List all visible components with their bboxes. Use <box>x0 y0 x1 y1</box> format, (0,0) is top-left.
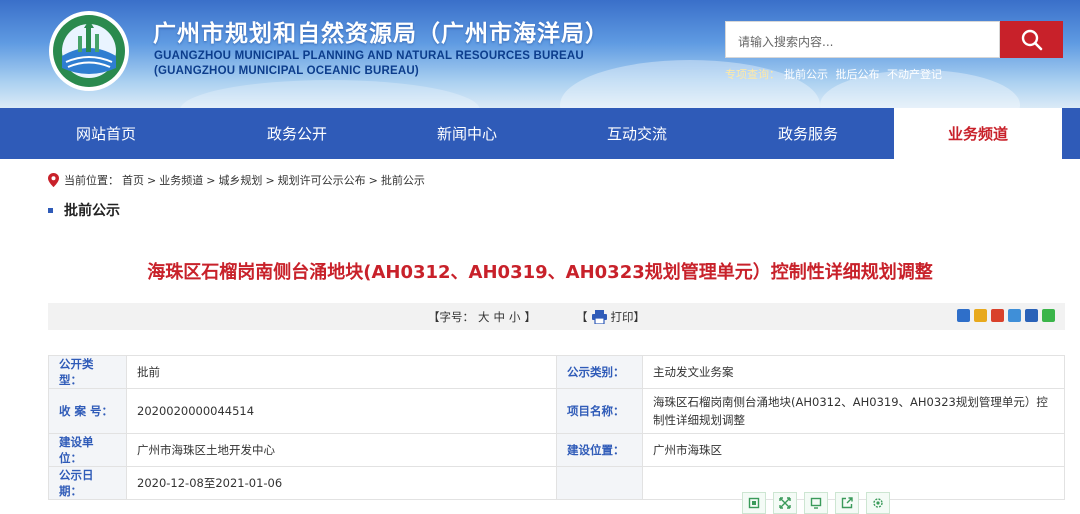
section-marker <box>48 207 53 213</box>
search-input[interactable]: 请输入搜索内容... <box>725 21 1000 58</box>
share-plus-icon[interactable] <box>957 309 970 322</box>
case-number-value: 2020020000044514 <box>126 388 557 434</box>
publicity-type-value: 批前 <box>126 355 557 389</box>
font-size-control: 【字号： 大中小】 <box>426 309 538 325</box>
breadcrumb-item-permit-notices[interactable]: 规划许可公示公布 <box>278 172 366 188</box>
expand-icon[interactable] <box>773 492 797 514</box>
fullscreen-icon[interactable] <box>742 492 766 514</box>
breadcrumb-separator: > <box>368 173 378 187</box>
settings-icon[interactable] <box>866 492 890 514</box>
quick-link-pre-approval[interactable]: 批前公示 <box>784 68 828 81</box>
font-size-large[interactable]: 大 <box>478 310 490 324</box>
nav-item-interaction[interactable]: 互动交流 <box>552 108 722 159</box>
screen-reader-icon[interactable] <box>804 492 828 514</box>
print-bracket-open: 【 <box>576 310 588 324</box>
notice-date-label: 公示日期： <box>48 466 127 500</box>
notice-date-value: 2020-12-08至2021-01-06 <box>126 466 557 500</box>
breadcrumb-separator: > <box>265 173 275 187</box>
breadcrumb-item-pre-approval[interactable]: 批前公示 <box>381 172 425 188</box>
notice-info-table: 公开类型： 批前 公示类别： 主动发文业务案 收 案 号： 2020020000… <box>48 355 1065 500</box>
nav-item-home[interactable]: 网站首页 <box>0 108 212 159</box>
section-title-text: 批前公示 <box>64 203 120 219</box>
accessibility-tools <box>742 492 897 514</box>
case-number-label: 收 案 号： <box>48 388 127 434</box>
print-button[interactable]: 【 打印 】 <box>576 309 645 325</box>
publicity-type-label: 公开类型： <box>48 355 127 389</box>
location-pin-icon <box>48 173 59 187</box>
font-size-small[interactable]: 小 <box>509 310 521 324</box>
nav-item-government-affairs[interactable]: 政务公开 <box>212 108 382 159</box>
nav-item-business[interactable]: 业务频道 <box>894 108 1062 159</box>
site-subtitle-en: (GUANGZHOU MUNICIPAL OCEANIC BUREAU) <box>154 65 419 77</box>
table-row: 公开类型： 批前 公示类别： 主动发文业务案 <box>48 355 1065 389</box>
share-icons <box>953 309 1055 322</box>
font-size-label: 【字号： <box>428 310 474 324</box>
share-qzone-icon[interactable] <box>974 309 987 322</box>
print-label: 打印 <box>610 310 634 324</box>
notice-category-label: 公示类别： <box>556 355 643 389</box>
main-nav: 网站首页 政务公开 新闻中心 互动交流 政务服务 业务频道 <box>0 108 1080 159</box>
project-name-value: 海珠区石榴岗南侧台涌地块(AH0312、AH0319、AH0323规划管理单元）… <box>642 388 1065 434</box>
share-tencent-icon[interactable] <box>1008 309 1021 322</box>
quick-link-post-approval[interactable]: 批后公布 <box>836 68 880 81</box>
location-label: 建设位置： <box>556 433 643 467</box>
search-icon <box>1021 29 1042 50</box>
developer-value: 广州市海珠区土地开发中心 <box>126 433 557 467</box>
developer-label: 建设单位： <box>48 433 127 467</box>
article-toolbar: 【字号：大中小】 【 打印 】 <box>48 303 1065 330</box>
quick-link-real-estate[interactable]: 不动产登记 <box>887 68 942 81</box>
site-header: 广州市规划和自然资源局（广州市海洋局） GUANGZHOU MUNICIPAL … <box>0 0 1080 108</box>
project-name-label: 项目名称： <box>556 388 643 434</box>
empty-cell <box>556 466 643 500</box>
breadcrumb-item-urban-planning[interactable]: 城乡规划 <box>218 172 262 188</box>
page-title: 海珠区石榴岗南侧台涌地块(AH0312、AH0319、AH0323规划管理单元）… <box>147 262 933 283</box>
notice-category-value: 主动发文业务案 <box>642 355 1065 389</box>
print-bracket-close: 】 <box>633 310 646 324</box>
share-wechat-icon[interactable] <box>1042 309 1055 322</box>
bureau-logo[interactable] <box>48 10 130 92</box>
section-title: 批前公示 <box>48 200 120 220</box>
share-weibo-icon[interactable] <box>991 309 1004 322</box>
share-renren-icon[interactable] <box>1025 309 1038 322</box>
nav-item-services[interactable]: 政务服务 <box>722 108 894 159</box>
site-title-en: GUANGZHOU MUNICIPAL PLANNING AND NATURAL… <box>154 50 584 62</box>
site-title-cn: 广州市规划和自然资源局（广州市海洋局） <box>153 21 609 47</box>
table-row: 收 案 号： 2020020000044514 项目名称： 海珠区石榴岗南侧台涌… <box>48 388 1065 434</box>
breadcrumb-separator: > <box>147 173 157 187</box>
breadcrumb: 当前位置： 首页 > 业务频道 > 城乡规划 > 规划许可公示公布 > 批前公示 <box>48 172 428 188</box>
font-size-end: 】 <box>524 310 537 324</box>
breadcrumb-separator: > <box>206 173 216 187</box>
printer-icon <box>591 310 607 324</box>
quick-links: 专项查询： 批前公示 批后公布 不动产登记 <box>725 66 946 82</box>
font-size-medium[interactable]: 中 <box>494 310 506 324</box>
search-button[interactable] <box>1000 21 1063 58</box>
table-row: 公示日期： 2020-12-08至2021-01-06 <box>48 466 1065 500</box>
share-out-icon[interactable] <box>835 492 859 514</box>
breadcrumb-item-business[interactable]: 业务频道 <box>159 172 203 188</box>
quick-links-title: 专项查询： <box>725 68 780 81</box>
table-row: 建设单位： 广州市海珠区土地开发中心 建设位置： 广州市海珠区 <box>48 433 1065 467</box>
breadcrumb-prefix: 当前位置： <box>64 174 119 187</box>
breadcrumb-item-home[interactable]: 首页 <box>122 172 144 188</box>
nav-item-news[interactable]: 新闻中心 <box>382 108 552 159</box>
location-value: 广州市海珠区 <box>642 433 1065 467</box>
